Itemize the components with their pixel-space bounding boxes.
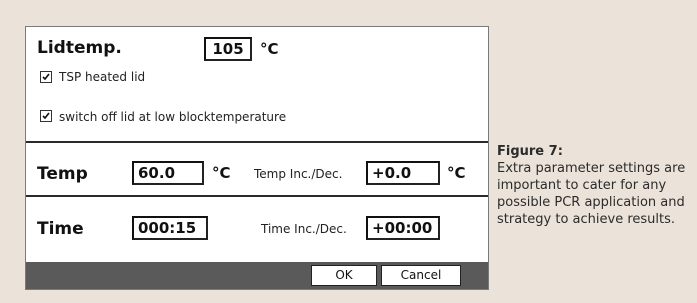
temp-inc-input[interactable]: +0.0 <box>366 161 440 185</box>
time-inc-input[interactable]: +00:00 <box>366 216 440 240</box>
pcr-parameters-dialog: Lidtemp. 105 °C TSP heated lid switch of… <box>25 26 489 290</box>
heated-lid-checkbox[interactable] <box>40 71 52 83</box>
time-input[interactable]: 000:15 <box>132 216 208 240</box>
lid-temp-input[interactable]: 105 <box>204 37 252 61</box>
figure-caption: Figure 7: Extra parameter settings are i… <box>497 143 689 228</box>
heated-lid-label: TSP heated lid <box>59 70 146 84</box>
checkmark-icon <box>42 73 50 81</box>
temp-unit: °C <box>212 164 231 182</box>
temp-input[interactable]: 60.0 <box>132 161 204 185</box>
time-inc-label: Time Inc./Dec. <box>261 222 347 236</box>
temp-label: Temp <box>37 164 88 184</box>
caption-text: Extra parameter settings are important t… <box>497 161 686 227</box>
switch-off-lid-checkbox[interactable] <box>40 110 52 122</box>
checkmark-icon <box>42 112 50 120</box>
lid-section: Lidtemp. 105 °C TSP heated lid switch of… <box>26 27 488 143</box>
time-label: Time <box>37 219 84 239</box>
divider <box>26 141 488 143</box>
lid-temp-label: Lidtemp. <box>37 38 122 58</box>
temp-inc-label: Temp Inc./Dec. <box>254 167 343 181</box>
button-bar: OK Cancel <box>26 262 488 289</box>
caption-title: Figure 7: <box>497 144 563 159</box>
ok-button[interactable]: OK <box>311 265 377 286</box>
switch-off-lid-label: switch off lid at low blocktemperature <box>59 110 287 124</box>
cancel-button[interactable]: Cancel <box>381 265 461 286</box>
divider <box>26 195 488 197</box>
temp-inc-unit: °C <box>447 164 466 182</box>
lid-temp-unit: °C <box>260 40 279 58</box>
